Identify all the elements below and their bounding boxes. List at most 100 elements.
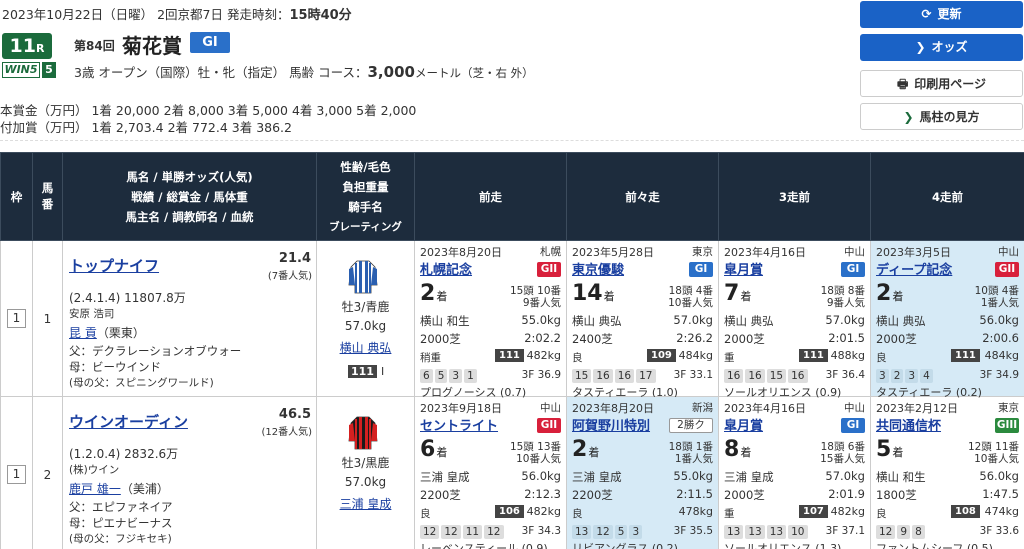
trainer-location: （美浦） [120,482,169,496]
past-race-date: 2023年8月20日 [572,402,654,415]
past-race-distance: 2000芝 [420,332,461,346]
past-race-time: 2:01.5 [828,331,865,345]
past-race-name-link[interactable]: 札幌記念 [420,259,472,278]
past-race-name-link[interactable]: セントライト [420,415,498,434]
jockey-cell: 牡3/黒鹿 57.0kg 三浦 皇成 [316,396,415,549]
past-race-index: 107 [799,505,828,518]
past-race-venue: 中山 [844,246,865,258]
passing-position: 9 [897,525,911,539]
race-record: (2.4.1.4) 11807.8万 [69,291,186,305]
past-race-popularity: 10番人気 [668,297,713,309]
popularity: (7番人気) [267,271,312,282]
past-race-track-condition: 良 [876,352,887,364]
jockey-name-link[interactable]: 三浦 皇成 [317,495,414,512]
post-time: 15時40分 [289,8,352,23]
win5-number: 5 [42,62,56,78]
win5-logo: WIN5 [2,62,40,78]
past-race-time: 2:11.5 [676,487,713,501]
jockey-name-link[interactable]: 横山 典弘 [317,339,414,356]
horse-name-link[interactable]: トップナイフ [69,255,159,276]
past-race-winner: ファントムシーフ (0.5) [876,542,993,549]
past-race-index: 109 [647,349,676,362]
past-race-weight: 56.0kg [979,313,1019,327]
passing-position: 13 [572,525,592,539]
past-race-cell: 2023年8月20日 札幌 札幌記念 GII 2着 15頭 10番 9番人気 横… [414,240,567,399]
umaban-cell: 1 [32,240,63,397]
passing-position: 13 [766,525,787,539]
past-race-jockey: 三浦 皇成 [572,470,622,484]
passing-position: 3 [629,525,643,539]
passing-position: 12 [420,525,440,539]
race-distance: 3,000 [367,63,415,81]
chevron-circle-icon: ❯ [915,40,926,54]
past-race-distance: 2000芝 [876,332,917,346]
past-race-time: 2:01.9 [828,487,865,501]
col-header-past4: 4走前 [870,152,1024,241]
past-race-name-link[interactable]: 阿賀野川特別 [572,415,650,434]
entry-table: 枠 馬番 馬名 / 単勝オッズ(人気) 戦績 / 総賞金 / 馬体重 馬主名 /… [0,152,1024,549]
past-race-name-link[interactable]: 東京優駿 [572,259,624,278]
umaban-cell: 2 [32,396,63,549]
umaban-number: 1 [43,311,52,326]
past-race-track-condition: 良 [420,508,431,520]
trainer-link[interactable]: 昆 貢 [69,326,97,340]
past-race-venue: 東京 [998,402,1019,414]
past-race-cell: 2023年4月16日 中山 皐月賞 GI 8着 18頭 6番 15番人気 三浦 … [718,396,871,549]
guide-button[interactable]: ❯ 馬柱の見方 [860,103,1023,130]
passing-position: 12 [593,525,613,539]
past-race-last-3f: 3F 34.9 [979,369,1019,381]
passing-position: 12 [441,525,461,539]
passing-position: 4 [920,369,933,383]
past-race-venue: 新潟 [692,402,713,414]
race-ordinal: 第84回 [74,39,115,53]
past-race-name-link[interactable]: 共同通信杯 [876,415,941,434]
past-race-cell: 2023年8月20日 新潟 阿賀野川特別 2勝ク 2着 18頭 1番 1番人気 … [566,396,719,549]
past-race-date: 2023年4月16日 [724,246,806,259]
past-race-body-weight: 482kg [830,505,865,518]
past-race-date: 2023年2月12日 [876,402,958,415]
passing-position: 3 [905,369,919,383]
past-race-winner: ソールオリエンス (1.3) [724,542,842,549]
damsire: (母の父：スピニングワールド) [69,377,214,389]
past-race-distance: 2000芝 [724,488,765,502]
passing-position: 15 [572,369,592,383]
refresh-button[interactable]: ⟳ 更新 [860,1,1023,28]
past-race-name-link[interactable]: ディープ記念 [876,259,952,278]
blood-rating: 111 I [348,365,384,378]
passing-position: 15 [766,369,787,383]
past-race-track-condition: 良 [876,508,887,520]
past-race-passing-order: 15 16 16 17 [572,369,658,383]
past-race-jockey: 三浦 皇成 [420,470,470,484]
win-odds: 46.5 [278,407,311,422]
past-race-body-weight: 478kg [678,505,713,518]
race-date-line: 2023年10月22日（日曜） 2回京都7日 発走時刻：15時40分 [2,7,352,23]
owner-name: (株)ウイン [69,464,120,476]
past-race-winner: リビアングラス (0.2) [572,542,678,549]
trainer-link[interactable]: 鹿戸 雄一 [69,482,121,496]
past-race-passing-order: 16 16 15 16 [724,369,810,383]
past-race-time: 2:02.2 [524,331,561,345]
col-header-jockey: 性齢/毛色 負担重量 騎手名 ブレーティング [316,152,415,241]
jockey-cell: 牡3/青鹿 57.0kg 横山 典弘 111 I [316,240,415,397]
passing-position: 12 [484,525,504,539]
odds-button[interactable]: ❯ オッズ [860,34,1023,61]
past-race-body-weight: 484kg [984,349,1019,362]
col-header-umaban: 馬番 [32,152,63,241]
col-header-horse: 馬名 / 単勝オッズ(人気) 戦績 / 総賞金 / 馬体重 馬主名 / 調教師名… [62,152,317,241]
past-race-date: 2023年3月5日 [876,246,951,259]
waku-number: 1 [7,465,26,484]
jockey-silks-icon [348,260,378,294]
past-race-last-3f: 3F 33.1 [673,369,713,381]
col-header-past1: 前走 [414,152,567,241]
past-race-jockey: 横山 典弘 [876,314,926,328]
past-race-finish: 5着 [876,437,904,462]
past-race-popularity: 9番人気 [826,297,865,309]
past-race-track-condition: 重 [724,352,735,364]
past-race-grade-badge: GIII [995,418,1019,433]
print-page-button[interactable]: 🖶 印刷用ページ [860,70,1023,97]
past-race-name-link[interactable]: 皐月賞 [724,259,763,278]
past-race-name-link[interactable]: 皐月賞 [724,415,763,434]
past-race-finish: 2着 [876,281,904,306]
horse-name-link[interactable]: ウインオーディン [69,411,188,432]
past-race-passing-order: 6531 [420,369,479,383]
